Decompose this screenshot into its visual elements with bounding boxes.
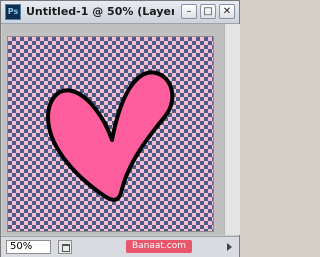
- heart-shape[interactable]: [8, 37, 213, 231]
- transparent-canvas[interactable]: [7, 36, 214, 232]
- status-bar: 50% Banaat.com: [1, 236, 239, 257]
- photoshop-icon: Ps: [5, 4, 21, 20]
- maximize-button[interactable]: □: [200, 4, 216, 19]
- document-window: Ps Untitled-1 @ 50% (Layer 2... – □ ✕ 50…: [0, 0, 240, 257]
- minimize-button[interactable]: –: [181, 4, 197, 19]
- zoom-level-field[interactable]: 50%: [6, 240, 51, 254]
- document-info-button[interactable]: [58, 240, 72, 254]
- title-bar[interactable]: Ps Untitled-1 @ 50% (Layer 2... – □ ✕: [1, 1, 239, 24]
- scroll-right-arrow-icon[interactable]: [223, 239, 237, 255]
- heart-fill: [46, 70, 175, 202]
- document-icon: [62, 244, 70, 252]
- vertical-scrollbar[interactable]: [224, 24, 240, 235]
- window-title: Untitled-1 @ 50% (Layer 2...: [26, 5, 174, 18]
- watermark-badge: Banaat.com: [126, 240, 192, 253]
- canvas-area[interactable]: [2, 24, 238, 235]
- close-button[interactable]: ✕: [219, 4, 235, 19]
